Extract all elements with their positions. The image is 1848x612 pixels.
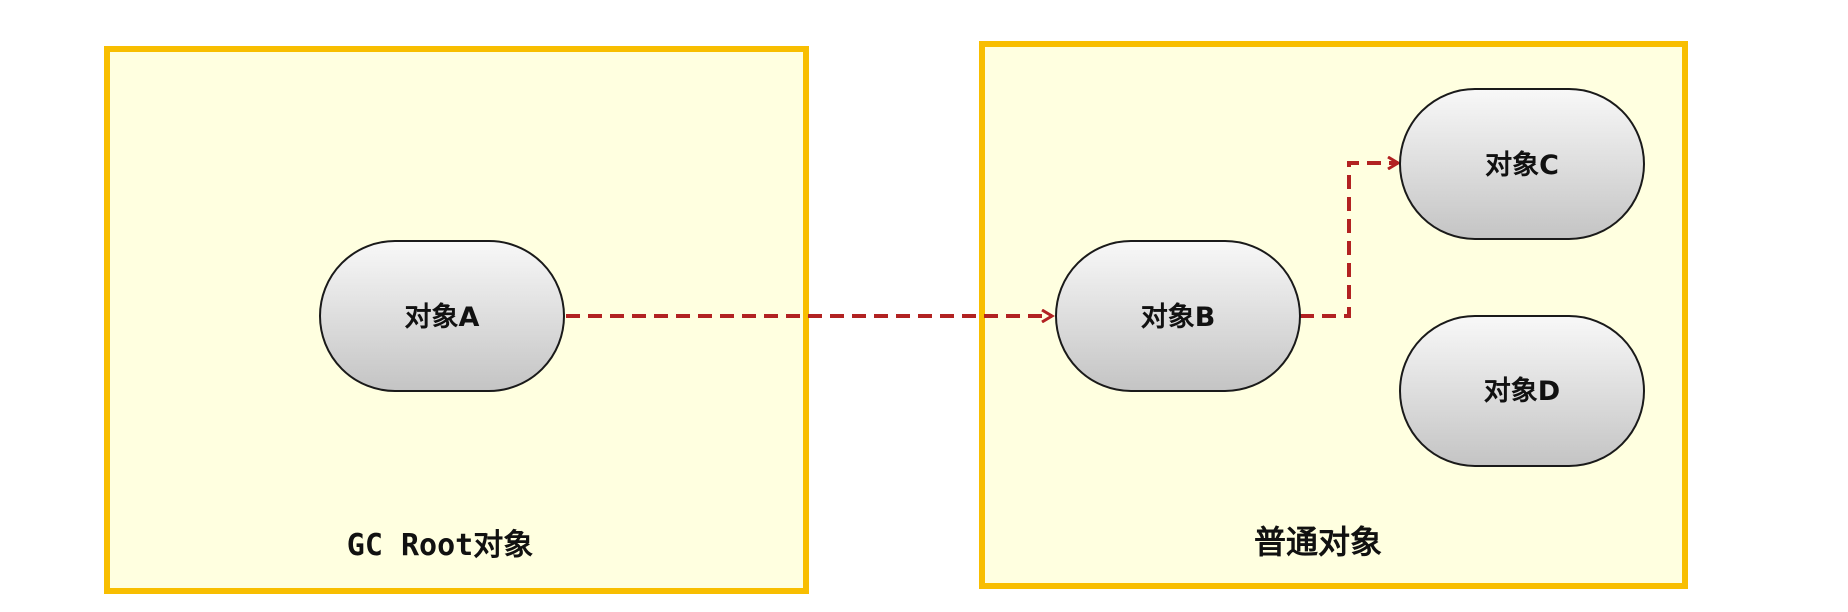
node-c-label: 对象C	[1485, 149, 1559, 181]
node-a-label: 对象A	[405, 301, 480, 333]
group-gc-root-label: GC Root对象	[347, 528, 533, 563]
node-c: 对象C	[1399, 88, 1645, 240]
node-a: 对象A	[319, 240, 565, 392]
node-b: 对象B	[1055, 240, 1301, 392]
node-b-label: 对象B	[1141, 301, 1216, 333]
node-d-label: 对象D	[1484, 375, 1560, 407]
group-normal-label: 普通对象	[1254, 523, 1382, 561]
node-d: 对象D	[1399, 315, 1645, 467]
diagram-svg: GC Root对象 普通对象 对象A 对象B 对象C 对象D	[104, 41, 1688, 594]
diagram-canvas: GC Root对象 普通对象 对象A 对象B 对象C 对象D	[0, 0, 1848, 612]
